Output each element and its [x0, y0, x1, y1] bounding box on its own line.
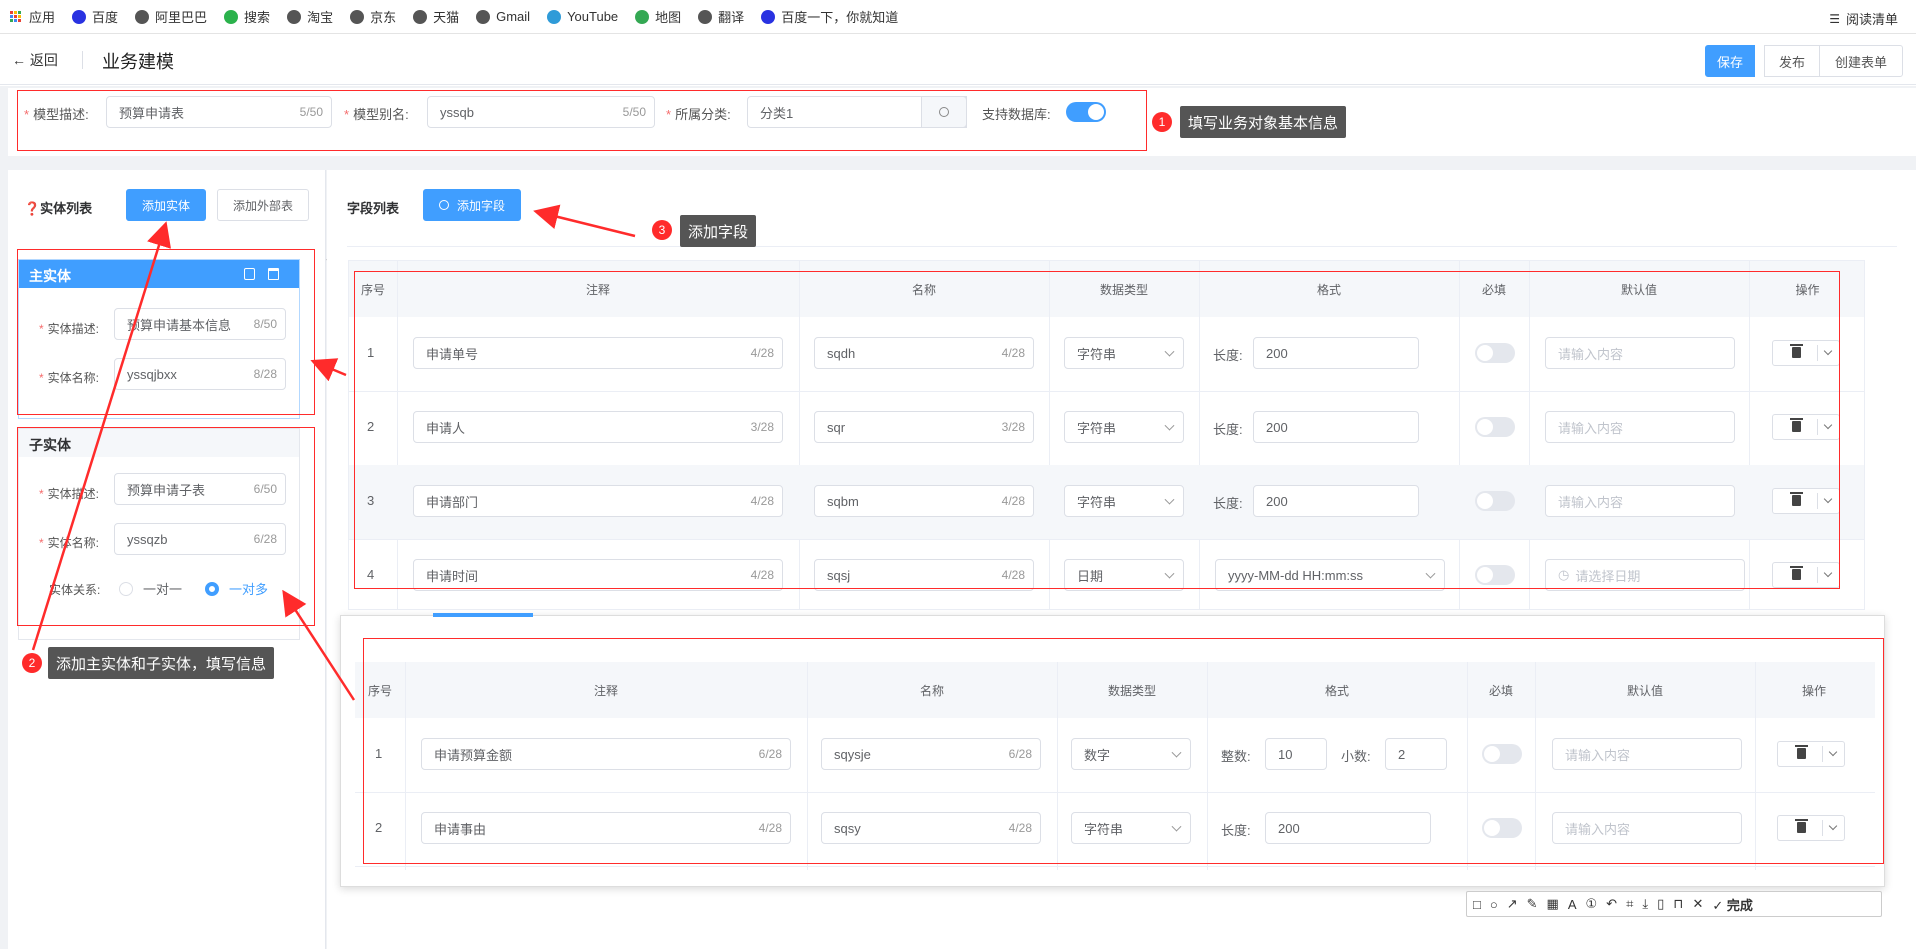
annotation-tip-1: 填写业务对象基本信息 — [1180, 106, 1347, 138]
pin-icon[interactable]: ▯ — [1657, 896, 1664, 912]
annotation-badge-2: 2 — [22, 653, 42, 673]
arrow-tool-icon[interactable]: ↗ — [1507, 896, 1518, 912]
annotation-arrows — [31, 204, 636, 701]
rectangle-tool-icon[interactable]: □ — [1473, 897, 1481, 912]
ellipse-tool-icon[interactable]: ○ — [1490, 897, 1498, 912]
close-icon[interactable]: ✕ — [1692, 896, 1703, 912]
screenshot-toolbar: □ ○ ↗ ✎ ▦ A ① ↶ ⌗ ⤓ ▯ ⊓ ✕ ✓ 完成 — [1466, 891, 1882, 917]
undo-icon[interactable]: ↶ — [1606, 896, 1617, 912]
bookmark-icon[interactable]: ⊓ — [1673, 896, 1683, 912]
annotation-tip-2: 添加主实体和子实体，填写信息 — [48, 647, 275, 679]
number-tool-icon[interactable]: ① — [1586, 896, 1598, 912]
arrow-to-add-field — [533, 204, 636, 238]
annotation-badge-1: 1 — [1152, 112, 1172, 132]
done-button[interactable]: ✓ 完成 — [1712, 895, 1762, 914]
arrow-to-sub-relation — [282, 589, 356, 701]
text-tool-icon[interactable]: A — [1568, 897, 1577, 912]
annotation-tip-3: 添加字段 — [680, 215, 757, 247]
download-icon[interactable]: ⤓ — [1642, 896, 1648, 912]
arrow-to-add-entity — [31, 221, 171, 651]
annotation-badge-3: 3 — [652, 220, 672, 240]
ocr-icon[interactable]: ⌗ — [1626, 896, 1633, 912]
mosaic-tool-icon[interactable]: ▦ — [1547, 896, 1559, 912]
arrow-to-main-entity — [310, 358, 347, 382]
pen-tool-icon[interactable]: ✎ — [1527, 896, 1538, 912]
